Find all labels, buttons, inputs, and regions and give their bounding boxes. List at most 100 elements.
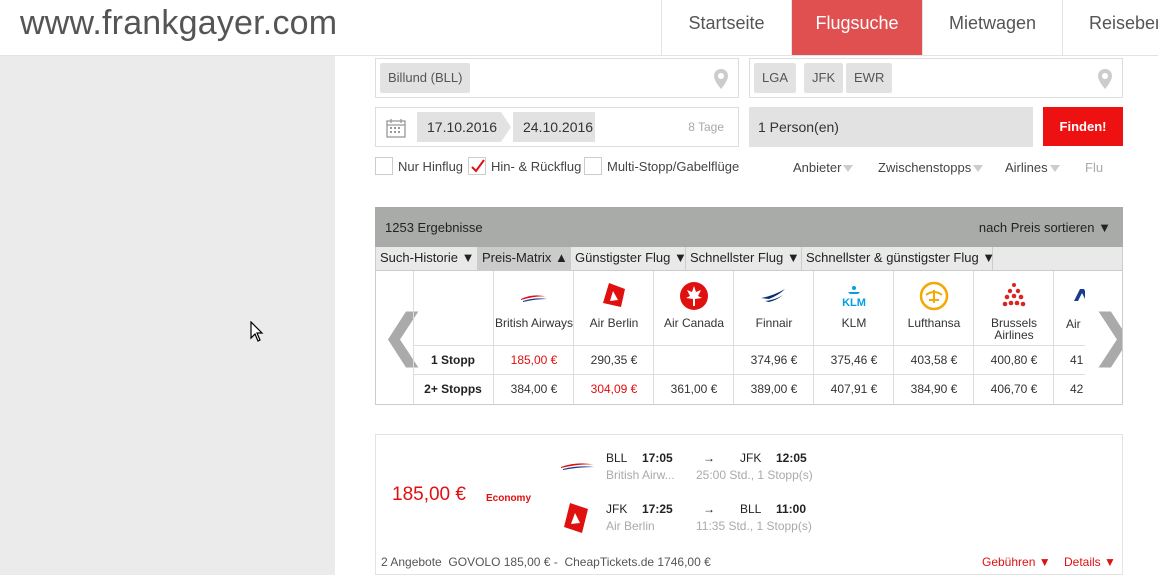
leg-from: JFK bbox=[606, 502, 628, 516]
fees-link[interactable]: Gebühren ▼ bbox=[982, 555, 1051, 569]
tab-schnellster-guenstigster[interactable]: Schnellster & günstigster Flug ▼ bbox=[802, 247, 995, 271]
option-round-trip[interactable]: Hin- & Rückflug bbox=[468, 157, 581, 175]
price-matrix: ❮ 1 Stopp 2+ Stopps British Airways 185,… bbox=[375, 271, 1123, 405]
checkbox-checked[interactable] bbox=[468, 157, 486, 175]
price-cell[interactable]: 400,80 € bbox=[974, 345, 1054, 374]
main-nav: Startseite Flugsuche Mietwagen Reiseber bbox=[661, 0, 1158, 55]
checkbox[interactable] bbox=[584, 157, 602, 175]
persons-select[interactable]: 1 Person(en) bbox=[749, 107, 1033, 147]
site-logo[interactable]: www.frankgayer.com bbox=[20, 4, 337, 43]
tab-such-historie[interactable]: Such-Historie ▼ bbox=[376, 247, 478, 271]
location-pin-icon bbox=[714, 69, 728, 89]
origin-chip[interactable]: Billund (BLL) bbox=[380, 63, 471, 93]
leg-to: JFK bbox=[740, 451, 762, 465]
leg-arrival: 11:00 bbox=[776, 502, 807, 516]
air-berlin-logo bbox=[564, 503, 588, 533]
price-cell[interactable]: 374,96 € bbox=[734, 345, 814, 374]
option-one-way[interactable]: Nur Hinflug bbox=[375, 157, 463, 175]
dropdown-arrow-icon bbox=[1049, 165, 1060, 173]
tab-preis-matrix[interactable]: Preis-Matrix ▲ bbox=[478, 247, 571, 271]
filter-flughafen[interactable]: Flu bbox=[1085, 160, 1103, 175]
filter-label: Airlines bbox=[1005, 160, 1048, 175]
leg-to: BLL bbox=[740, 502, 762, 516]
dropdown-arrow-icon bbox=[843, 165, 854, 173]
results-count: 1253 Ergebnisse bbox=[385, 220, 483, 235]
trip-days: 8 Tage bbox=[688, 120, 724, 134]
airline-name: Finnair bbox=[755, 316, 793, 330]
lufthansa-logo bbox=[919, 281, 949, 311]
tab-schnellster-flug[interactable]: Schnellster Flug ▼ bbox=[686, 247, 802, 271]
price-cell[interactable]: 407,91 € bbox=[814, 374, 894, 403]
sort-dropdown[interactable]: nach Preis sortieren ▼ bbox=[979, 220, 1111, 235]
airline-column-finnair: Finnair 374,96 € 389,00 € bbox=[733, 271, 814, 404]
date-field[interactable]: 17.10.2016 24.10.2016 8 Tage bbox=[375, 107, 739, 147]
price-cell[interactable]: 384,00 € bbox=[494, 374, 574, 403]
date-to[interactable]: 24.10.2016 bbox=[513, 112, 595, 142]
leg-departure: 17:25 bbox=[642, 502, 673, 516]
leg-departure: 17:05 bbox=[642, 451, 673, 465]
site-header: www.frankgayer.com Startseite Flugsuche … bbox=[0, 0, 1158, 56]
tab-guenstigster-flug[interactable]: Günstigster Flug ▼ bbox=[571, 247, 687, 271]
leg-airline: Air Berlin bbox=[606, 519, 655, 533]
dest-chip-jfk[interactable]: JFK bbox=[804, 63, 844, 93]
mouse-cursor-icon bbox=[250, 321, 264, 342]
matrix-next-arrow-icon[interactable]: ❯ bbox=[1090, 306, 1122, 366]
filter-airlines[interactable]: Airlines bbox=[1005, 160, 1060, 175]
nav-reiseberichte[interactable]: Reiseber bbox=[1062, 0, 1158, 55]
british-airways-logo bbox=[561, 463, 595, 470]
offer-card[interactable]: 185,00 € Economy BLL 17:05 → JFK 12:05 B… bbox=[375, 434, 1123, 575]
price-cell[interactable]: 406,70 € bbox=[974, 374, 1054, 403]
price-cell[interactable]: 389,00 € bbox=[734, 374, 814, 403]
nav-mietwagen[interactable]: Mietwagen bbox=[922, 0, 1062, 55]
leg-arrival: 12:05 bbox=[776, 451, 807, 465]
dest-chip-lga[interactable]: LGA bbox=[754, 63, 797, 93]
klm-logo: KLM bbox=[842, 286, 866, 309]
destination-field[interactable]: LGA JFK EWR bbox=[749, 58, 1123, 98]
airline-column-klm: KLM KLM 375,46 € 407,91 € bbox=[813, 271, 894, 404]
british-airways-logo bbox=[521, 295, 547, 302]
nav-startseite[interactable]: Startseite bbox=[661, 0, 791, 55]
filter-anbieter[interactable]: Anbieter bbox=[793, 160, 854, 175]
results-bar: 1253 Ergebnisse nach Preis sortieren ▼ bbox=[375, 207, 1123, 247]
airline-column-air-berlin: Air Berlin 290,35 € 304,09 € bbox=[573, 271, 654, 404]
checkbox[interactable] bbox=[375, 157, 393, 175]
price-cell[interactable]: 403,58 € bbox=[894, 345, 974, 374]
offer-providers[interactable]: 2 Angebote GOVOLO 185,00 € - CheapTicket… bbox=[381, 555, 711, 569]
find-button[interactable]: Finden! bbox=[1043, 107, 1123, 146]
option-label: Hin- & Rückflug bbox=[491, 158, 582, 174]
airline-name: British Airways bbox=[494, 316, 574, 330]
price-cell[interactable]: 375,46 € bbox=[814, 345, 894, 374]
details-link[interactable]: Details ▼ bbox=[1064, 555, 1116, 569]
price-cell[interactable]: 290,35 € bbox=[574, 345, 654, 374]
airline-name: Lufthansa bbox=[907, 316, 961, 330]
arrow-right-icon: → bbox=[703, 451, 715, 465]
offer-price: 185,00 € bbox=[392, 484, 466, 505]
option-multi-stop[interactable]: Multi-Stopp/Gabelflüge bbox=[584, 157, 739, 175]
dropdown-arrow-icon bbox=[973, 165, 984, 173]
airline-column-british-airways: British Airways 185,00 € 384,00 € bbox=[493, 271, 574, 404]
leg-info: 25:00 Std., 1 Stopp(s) bbox=[696, 468, 813, 482]
option-label: Nur Hinflug bbox=[398, 158, 464, 174]
date-from[interactable]: 17.10.2016 bbox=[417, 112, 501, 142]
offer-class: Economy bbox=[486, 493, 532, 504]
left-sidebar bbox=[0, 56, 335, 575]
price-cell[interactable]: 361,00 € bbox=[654, 374, 734, 403]
filter-label: Anbieter bbox=[793, 160, 842, 175]
calendar-icon bbox=[386, 119, 406, 138]
leg-from: BLL bbox=[606, 451, 628, 465]
filter-label: Zwischenstopps bbox=[878, 160, 972, 175]
price-cell[interactable]: 304,09 € bbox=[574, 374, 654, 403]
location-pin-icon bbox=[1098, 69, 1112, 89]
airline-column-brussels-airlines: Brussels Airlines 400,80 € 406,70 € bbox=[973, 271, 1054, 404]
airline-column-air-canada: Air Canada 361,00 € bbox=[653, 271, 734, 404]
results-tabs: Such-Historie ▼ Preis-Matrix ▲ Günstigst… bbox=[375, 247, 1123, 271]
price-cell[interactable] bbox=[654, 345, 734, 374]
dest-chip-ewr[interactable]: EWR bbox=[846, 63, 893, 93]
filter-zwischenstopps[interactable]: Zwischenstopps bbox=[878, 160, 984, 175]
price-cell[interactable]: 185,00 € bbox=[494, 345, 574, 374]
nav-flugsuche[interactable]: Flugsuche bbox=[791, 0, 922, 55]
price-cell[interactable]: 384,90 € bbox=[894, 374, 974, 403]
leg-info: 11:35 Std., 1 Stopp(s) bbox=[696, 519, 812, 533]
air-berlin-logo bbox=[603, 283, 625, 307]
origin-field[interactable]: Billund (BLL) bbox=[375, 58, 739, 98]
